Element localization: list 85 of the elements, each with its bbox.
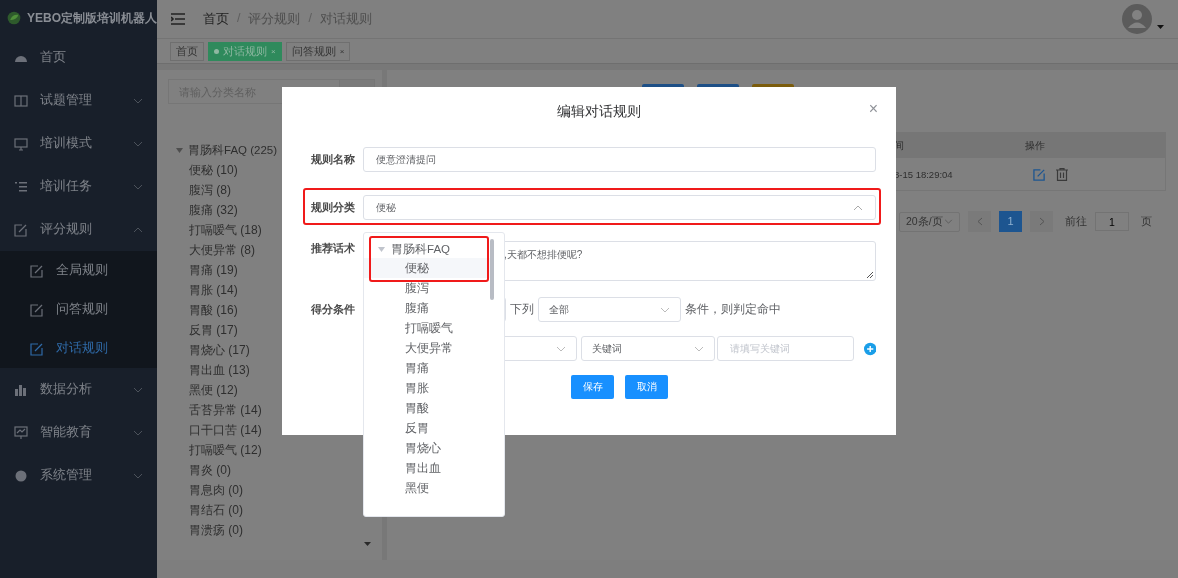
chevron-icon xyxy=(133,183,143,190)
page-size-select[interactable]: 20条/页 xyxy=(899,211,960,232)
page-tab[interactable]: 问答规则 × xyxy=(285,41,351,61)
cancel-button[interactable]: 取消 xyxy=(625,375,668,399)
page-number[interactable]: 1 xyxy=(999,211,1022,232)
form-label: 规则分类 xyxy=(311,200,356,215)
tree-node[interactable]: 胃出血 xyxy=(364,458,490,478)
list-icon xyxy=(14,179,28,194)
input-field[interactable]: 便意澄清提问 xyxy=(363,147,876,172)
sidebar-item[interactable]: 数据分析 xyxy=(0,368,157,411)
expand-arrow-icon xyxy=(176,147,183,153)
dialog-title: 编辑对话规则 xyxy=(557,103,641,121)
tree-node[interactable]: 腹痛 xyxy=(364,298,490,318)
tree-node[interactable]: 腹泻 xyxy=(364,278,490,298)
chevron-right-icon xyxy=(1038,217,1045,226)
chevron-icon xyxy=(693,345,704,352)
sidebar-item[interactable]: 培训任务 xyxy=(0,165,157,208)
save-button[interactable]: 保存 xyxy=(571,375,614,399)
chart-icon xyxy=(14,382,28,397)
tree-node[interactable]: 反胃 xyxy=(364,418,490,438)
tree-node[interactable]: 胃胀 xyxy=(364,378,490,398)
rule-type-select[interactable]: 关键词 xyxy=(581,336,715,361)
edit-icon xyxy=(30,263,44,278)
sidebar-subitem[interactable]: 全局规则 xyxy=(0,251,157,290)
sidebar-subitem[interactable]: 对话规则 xyxy=(0,329,157,368)
tree-node[interactable]: 便秘 xyxy=(364,258,490,278)
scrollbar[interactable] xyxy=(490,239,494,300)
form-label: 得分条件 xyxy=(311,302,356,317)
edit-icon xyxy=(30,302,44,317)
chevron-icon xyxy=(556,345,566,352)
edit-icon xyxy=(30,341,44,356)
resize-handle-icon[interactable] xyxy=(867,272,873,278)
expand-arrow-icon xyxy=(378,246,385,252)
match-select[interactable]: 全部 xyxy=(538,297,681,322)
breadcrumb-item[interactable]: 首页 xyxy=(203,10,229,28)
breadcrumb-separator: / xyxy=(237,10,241,27)
form-label: 推荐话术 xyxy=(311,241,356,256)
column-header: 间 xyxy=(893,138,905,153)
close-button[interactable]: × xyxy=(868,101,878,117)
chevron-icon xyxy=(133,386,143,393)
chevron-icon xyxy=(133,140,143,147)
page-suffix: 页 xyxy=(1141,214,1152,229)
condition-text: 条件，则判定命中 xyxy=(685,301,781,318)
tree-node[interactable]: 胃痛 xyxy=(364,358,490,378)
goto-label: 前往 xyxy=(1065,214,1087,229)
chevron-icon xyxy=(853,204,863,211)
page-input[interactable]: 1 xyxy=(1095,212,1129,231)
sidebar-subitem[interactable]: 问答规则 xyxy=(0,290,157,329)
chevron-icon xyxy=(133,226,143,233)
chevron-icon xyxy=(944,219,953,224)
tree-node[interactable]: 胃酸 xyxy=(364,398,490,418)
app-title: YEBO定制版培训机器人 xyxy=(27,9,157,27)
page-tab[interactable]: 首页 xyxy=(170,41,204,61)
sidebar-item[interactable]: 系统管理 xyxy=(0,454,157,497)
tree-node[interactable]: 黑便 xyxy=(364,478,490,498)
tree-node[interactable]: 胃溃疡 (0) xyxy=(176,520,382,540)
monitor-icon xyxy=(14,136,28,151)
caret-icon[interactable] xyxy=(1157,25,1164,29)
add-icon[interactable] xyxy=(863,341,876,356)
chevron-icon xyxy=(660,306,670,313)
tree-node[interactable]: 胃烧心 xyxy=(364,438,490,458)
tree-node[interactable]: 胃肠科FAQ xyxy=(364,240,504,258)
sidebar-item[interactable]: 首页 xyxy=(0,36,157,79)
edit-icon xyxy=(14,222,28,237)
edit-icon[interactable] xyxy=(1033,167,1046,181)
chevron-icon xyxy=(133,472,143,479)
trash-icon[interactable] xyxy=(1056,167,1068,181)
category-select[interactable]: 便秘 xyxy=(363,195,876,220)
sidebar-item[interactable]: 智能教育 xyxy=(0,411,157,454)
form-label: 规则名称 xyxy=(311,152,356,167)
chevron-icon xyxy=(133,97,143,104)
scroll-down-icon[interactable] xyxy=(364,542,371,546)
column-header: 操作 xyxy=(1024,138,1045,153)
sidebar-item[interactable]: 试题管理 xyxy=(0,79,157,122)
sidebar-item[interactable]: 评分规则 xyxy=(0,208,157,251)
breadcrumb-separator: / xyxy=(308,10,312,27)
board-icon xyxy=(14,425,28,440)
tree-node[interactable]: 大便异常 xyxy=(364,338,490,358)
sidebar-item[interactable]: 培训模式 xyxy=(0,122,157,165)
condition-text: 下列 xyxy=(510,301,534,318)
chevron-left-icon xyxy=(976,217,983,226)
book-icon xyxy=(14,93,28,108)
chevron-icon xyxy=(133,429,143,436)
tree-node[interactable]: 打嗝嗳气 xyxy=(364,318,490,338)
menu-icon[interactable] xyxy=(171,13,185,25)
